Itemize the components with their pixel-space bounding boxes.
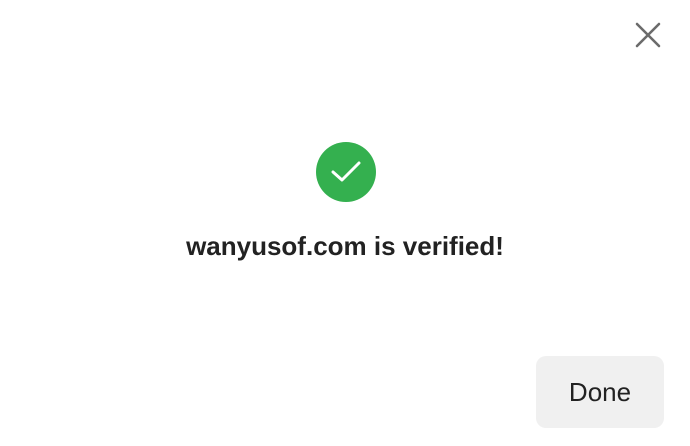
check-circle-icon [316,142,376,202]
close-button[interactable] [634,21,662,49]
close-icon [634,21,662,49]
done-button[interactable]: Done [536,356,664,428]
verified-message: wanyusof.com is verified! [186,231,504,261]
verification-dialog: wanyusof.com is verified! Done [0,0,690,446]
